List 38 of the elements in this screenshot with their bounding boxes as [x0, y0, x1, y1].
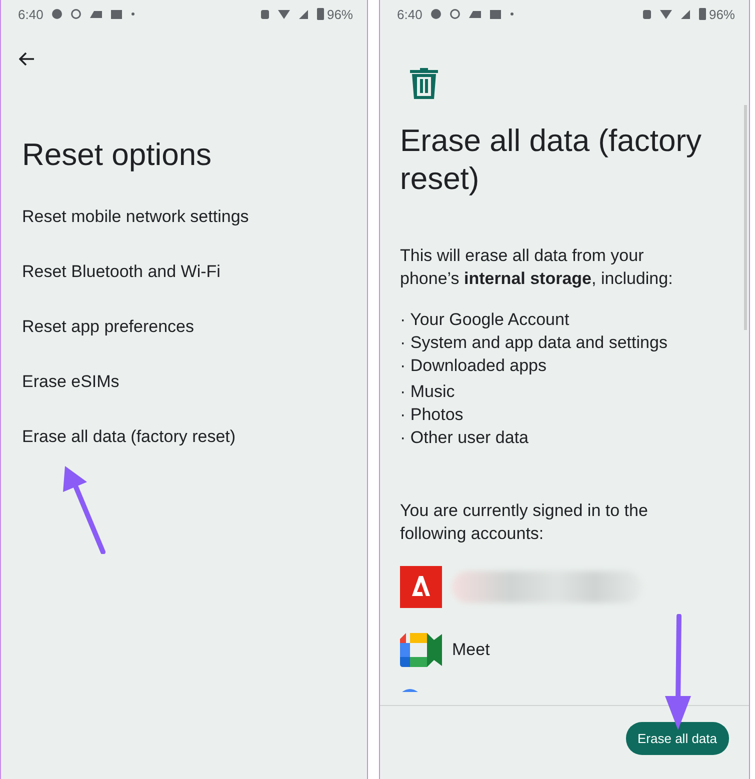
vibrate-icon: [642, 10, 651, 18]
clock-icon: [71, 9, 82, 19]
erased-data-item: · Downloaded apps: [400, 355, 548, 377]
erase-description: This will erase all data from your phone’s internal storage, including:: [400, 245, 674, 290]
video-camera-icon: [400, 633, 442, 667]
more-notifications-dot-icon: [510, 12, 514, 16]
trash-icon: [409, 68, 439, 100]
vibrate-icon: [260, 10, 269, 18]
page-title: Erase all data (factory reset): [400, 122, 703, 198]
battery-percentage: 96%: [708, 6, 735, 22]
erased-data-item: · Music: [400, 381, 456, 403]
erase-all-data-button[interactable]: Erase all data: [626, 722, 729, 755]
status-time: 6:40: [18, 6, 44, 22]
page-title: Reset options: [22, 136, 213, 174]
battery-icon: [316, 8, 324, 20]
back-arrow-icon[interactable]: [19, 52, 35, 66]
app-icon: [400, 689, 420, 692]
wifi-icon: [278, 10, 290, 18]
reset-option[interactable]: Reset mobile network settings: [1, 191, 367, 246]
battery-percentage: 96%: [326, 6, 353, 22]
erased-data-item: · Other user data: [400, 427, 530, 449]
more-notifications-dot-icon: [131, 12, 136, 16]
signal-icon: [680, 10, 690, 18]
status-time: 6:40: [397, 6, 422, 22]
erased-data-item: · Your Google Account: [400, 309, 570, 331]
reset-option[interactable]: Reset Bluetooth and Wi-Fi: [1, 246, 367, 301]
reset-option[interactable]: Erase all data (factory reset): [1, 411, 367, 466]
wifi-icon: [660, 10, 672, 18]
adobe-app-icon: [400, 566, 442, 608]
reset-option[interactable]: Erase eSIMs: [1, 356, 367, 411]
accounts-description: You are currently signed in to the following accounts:: [400, 500, 649, 545]
reset-option[interactable]: Reset app preferences: [1, 301, 367, 356]
erased-data-item: · System and app data and settings: [400, 332, 668, 354]
account-name: Meet: [452, 640, 490, 660]
erased-data-item: · Photos: [400, 404, 464, 426]
signal-icon: [298, 10, 308, 18]
battery-icon: [698, 8, 706, 20]
clock-icon: [450, 9, 460, 19]
